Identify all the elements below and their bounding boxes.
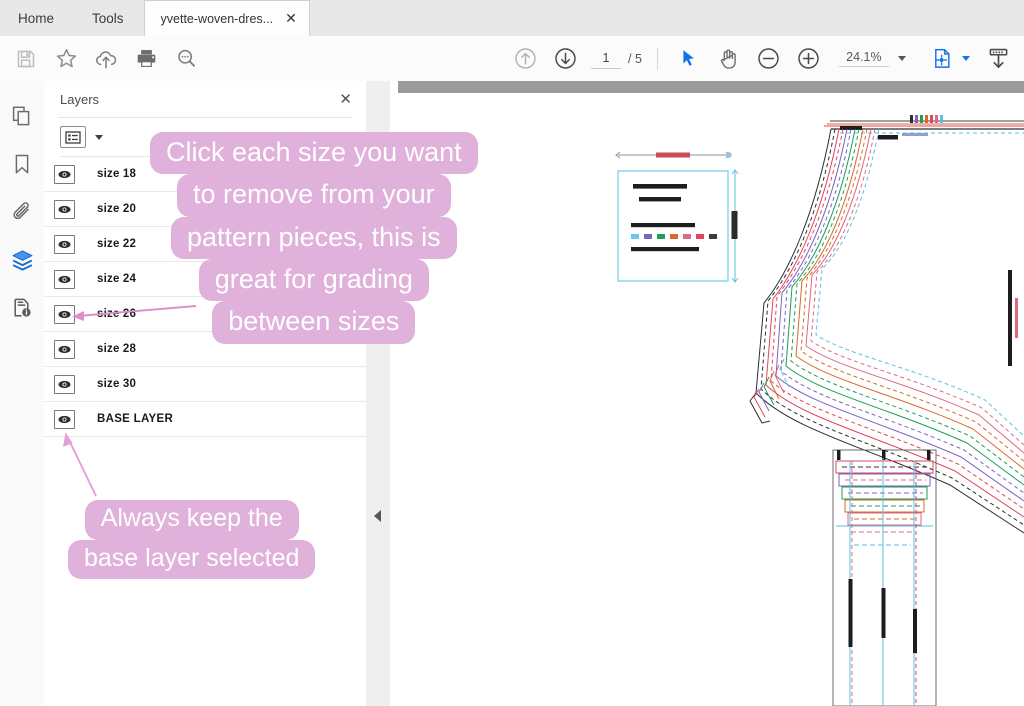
search-icon[interactable] xyxy=(166,39,206,79)
tab-tools[interactable]: Tools xyxy=(74,0,144,36)
layer-label: size 22 xyxy=(97,238,137,250)
pdf-page: .ln{fill:none;stroke-width:1;} .dsh{fill… xyxy=(390,93,1024,706)
eye-icon[interactable] xyxy=(54,374,75,394)
layer-label: size 26 xyxy=(97,308,137,320)
pattern-artwork: .ln{fill:none;stroke-width:1;} .dsh{fill… xyxy=(615,115,1024,706)
list-options-icon[interactable] xyxy=(60,126,86,148)
tab-document[interactable]: yvette-woven-dres... ✕ xyxy=(143,0,310,36)
layer-row[interactable]: size 24 xyxy=(44,262,366,297)
eye-icon[interactable] xyxy=(54,269,75,289)
tab-home[interactable]: Home xyxy=(0,0,74,36)
tab-tools-label: Tools xyxy=(92,10,124,26)
bodice-pattern-piece xyxy=(749,115,1024,534)
layer-row[interactable]: BASE LAYER xyxy=(44,402,366,437)
layers-panel: Layers ✕ size 18 size 20 size 22 size 24… xyxy=(44,81,367,706)
layers-panel-header: Layers ✕ xyxy=(44,81,366,117)
fit-page-icon[interactable] xyxy=(922,39,962,79)
page-navigation: / 5 xyxy=(591,48,642,69)
zoom-in-icon[interactable] xyxy=(789,39,829,79)
layer-label: BASE LAYER xyxy=(97,413,174,425)
eye-icon[interactable] xyxy=(54,164,75,184)
chevron-down-icon[interactable] xyxy=(897,56,906,61)
test-square-group xyxy=(615,151,739,283)
toolbar-right-group xyxy=(922,36,1018,81)
tab-bar: Home Tools yvette-woven-dres... ✕ xyxy=(0,0,1024,37)
tab-home-label: Home xyxy=(18,10,55,26)
zoom-level-control[interactable]: 24.1% xyxy=(838,50,906,67)
navigation-rail xyxy=(0,81,50,706)
cloud-upload-icon[interactable] xyxy=(86,39,126,79)
layer-label: size 28 xyxy=(97,343,137,355)
attachments-icon[interactable] xyxy=(5,195,39,229)
previous-page-icon[interactable] xyxy=(505,39,545,79)
layer-row[interactable]: size 26 xyxy=(44,297,366,332)
layer-row[interactable]: size 28 xyxy=(44,332,366,367)
layers-options-row xyxy=(44,118,366,156)
layers-options-chevron-icon[interactable] xyxy=(95,134,103,140)
document-info-icon[interactable] xyxy=(5,291,39,325)
tab-document-label: yvette-woven-dres... xyxy=(160,11,274,26)
page-top-edge xyxy=(398,81,1024,93)
bookmarks-icon[interactable] xyxy=(5,147,39,181)
save-icon[interactable] xyxy=(6,39,46,79)
page-number-input[interactable] xyxy=(591,48,621,69)
fit-page-chevron-icon[interactable] xyxy=(962,56,970,61)
panel-title: Layers xyxy=(60,91,100,107)
panel-splitter[interactable] xyxy=(366,81,391,706)
layer-label: size 24 xyxy=(97,273,137,285)
page-thumbnails-icon[interactable] xyxy=(5,99,39,133)
zoom-out-icon[interactable] xyxy=(749,39,789,79)
layer-row[interactable]: size 18 xyxy=(44,157,366,192)
main-toolbar: / 5 xyxy=(0,36,1024,82)
eye-icon[interactable] xyxy=(54,304,75,324)
close-icon[interactable]: ✕ xyxy=(339,91,352,107)
layers-icon[interactable] xyxy=(5,243,50,277)
toolbar-left-group xyxy=(6,36,206,81)
layer-label: size 30 xyxy=(97,378,137,390)
star-icon[interactable] xyxy=(46,39,86,79)
layer-label: size 20 xyxy=(97,203,137,215)
download-icon[interactable] xyxy=(978,39,1018,79)
collapse-panel-icon[interactable] xyxy=(374,510,381,522)
toolbar-divider xyxy=(656,47,658,70)
document-view[interactable]: .ln{fill:none;stroke-width:1;} .dsh{fill… xyxy=(390,81,1024,706)
select-tool-icon[interactable] xyxy=(669,39,709,79)
eye-icon[interactable] xyxy=(54,339,75,359)
next-page-icon[interactable] xyxy=(545,39,585,79)
layer-label: size 18 xyxy=(97,168,137,180)
print-icon[interactable] xyxy=(126,39,166,79)
layers-list: size 18 size 20 size 22 size 24 size 26 … xyxy=(44,157,366,437)
size-color-legend xyxy=(631,234,717,239)
zoom-level-value: 24.1% xyxy=(838,50,889,67)
layer-row[interactable]: size 22 xyxy=(44,227,366,262)
hand-tool-icon[interactable] xyxy=(709,39,749,79)
layer-row[interactable]: size 30 xyxy=(44,367,366,402)
page-total-label: / 5 xyxy=(628,51,642,66)
acrobat-window: Home Tools yvette-woven-dres... ✕ 1 / 5 … xyxy=(0,0,1024,706)
layer-row[interactable]: size 20 xyxy=(44,192,366,227)
eye-icon[interactable] xyxy=(54,199,75,219)
strap-pattern-piece xyxy=(832,449,937,706)
toolbar-center-group: / 5 xyxy=(505,36,906,81)
eye-icon[interactable] xyxy=(54,234,75,254)
eye-icon[interactable] xyxy=(54,409,75,429)
close-icon[interactable]: ✕ xyxy=(285,12,297,26)
